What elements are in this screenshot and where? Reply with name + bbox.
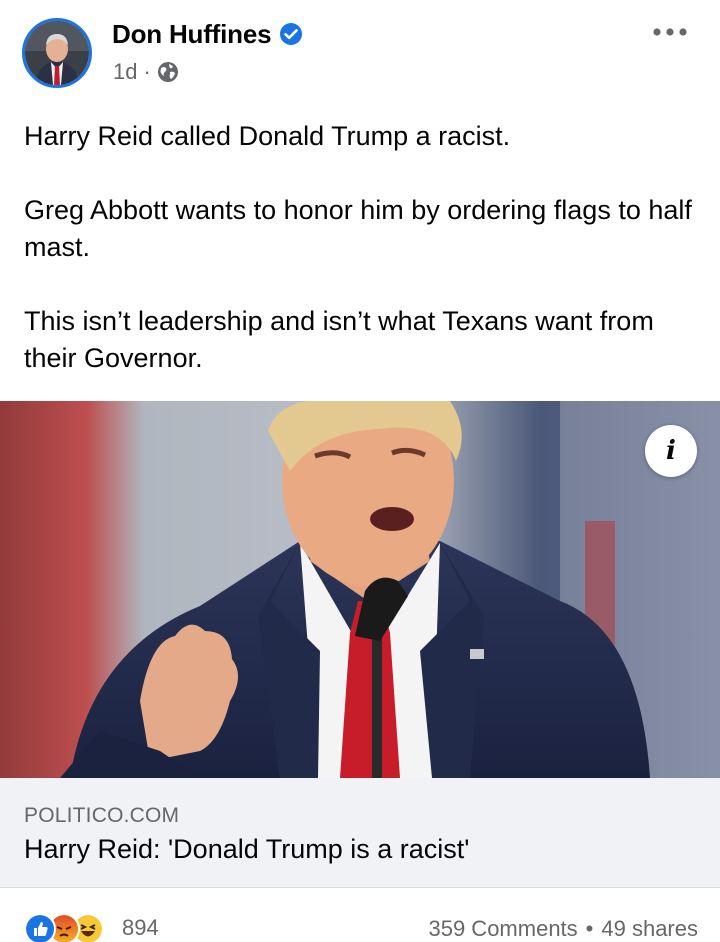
post-timestamp[interactable]: 1d (113, 59, 137, 85)
more-options-button[interactable] (646, 16, 694, 48)
info-icon: i (666, 436, 676, 466)
info-button[interactable]: i (645, 425, 697, 477)
verified-badge-icon (279, 22, 303, 46)
post-paragraph-3: This isn’t leadership and isn’t what Tex… (24, 306, 654, 373)
link-domain: POLITICO.COM (24, 804, 180, 827)
link-preview[interactable]: POLITICO.COM Harry Reid: 'Donald Trump i… (0, 778, 720, 888)
reactions-summary[interactable]: 894 (24, 912, 159, 942)
facebook-post: Don Huffines 1d · Harry Reid called Dona… (0, 0, 720, 942)
engagement-summary: 359 Comments • 49 shares (428, 912, 698, 942)
link-preview-image[interactable] (0, 401, 720, 778)
shares-count[interactable]: 49 shares (601, 916, 698, 942)
author-name[interactable]: Don Huffines (112, 19, 272, 50)
author-line: Don Huffines (112, 16, 303, 52)
link-title: Harry Reid: 'Donald Trump is a racist' (24, 834, 470, 864)
globe-icon[interactable] (157, 61, 179, 83)
reaction-icons: 894 (24, 913, 159, 942)
reaction-count: 894 (122, 915, 159, 940)
meta-separator: · (143, 59, 151, 84)
post-text: Harry Reid called Donald Trump a racist.… (24, 118, 704, 414)
post-meta: 1d · (113, 58, 179, 86)
post-paragraph-2: Greg Abbott wants to honor him by orderi… (24, 195, 692, 262)
post-header: Don Huffines 1d · (0, 0, 720, 100)
more-options-icon (653, 28, 687, 36)
comments-count[interactable]: 359 Comments (428, 916, 577, 942)
engagement-separator: • (585, 916, 594, 941)
post-paragraph-1: Harry Reid called Donald Trump a racist. (24, 121, 511, 151)
like-reaction-icon (24, 913, 56, 942)
avatar[interactable] (22, 18, 92, 88)
